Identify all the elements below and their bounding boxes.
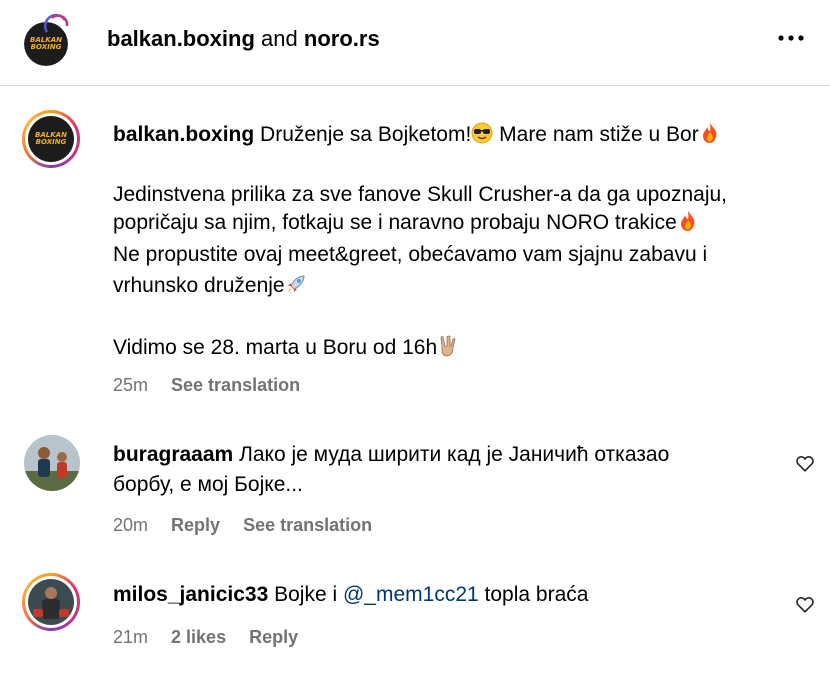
header-user2[interactable]: noro.rs: [304, 26, 380, 51]
caption-username[interactable]: balkan.boxing: [113, 123, 254, 146]
header-title: balkan.boxing and noro.rs: [107, 26, 380, 51]
header-user1[interactable]: balkan.boxing: [107, 26, 255, 51]
see-translation-button[interactable]: See translation: [243, 515, 372, 535]
post-header: BALKAN BOXING balkan.boxing and noro.rs: [0, 0, 830, 86]
comment-2-username[interactable]: milos_janicic33: [113, 583, 268, 606]
caption-line-4: Ne propustite ovaj meet&greet, obećavamo…: [113, 243, 708, 266]
reply-button[interactable]: Reply: [249, 627, 298, 647]
comment-1-time: 20m: [113, 515, 149, 535]
likes-count-button[interactable]: 2 likes: [171, 627, 226, 647]
like-heart-icon[interactable]: [794, 452, 816, 474]
caption-line-2: Jedinstvena prilika za sve fanove Skull …: [113, 183, 728, 206]
comment-1-meta: 20m Reply See translation: [113, 515, 390, 536]
like-heart-icon[interactable]: [794, 593, 816, 615]
victory-hand-emoji-icon: [440, 335, 456, 357]
more-horizontal-icon[interactable]: [776, 28, 806, 48]
comment-avatar-milos-janicic33[interactable]: [22, 573, 80, 631]
caption-time: 25m: [113, 375, 149, 395]
fire-emoji-icon: [680, 211, 695, 231]
user-photo-icon: [28, 579, 74, 625]
comment-1-line-2: борбу, е мој Бојке...: [113, 473, 303, 496]
rocket-emoji-icon: [287, 275, 305, 292]
reply-button[interactable]: Reply: [171, 515, 220, 535]
caption-line-5: vrhunsko druženje: [113, 271, 307, 301]
comment-2-line-1: milos_janicic33 Bojke i @_mem1cc21 topla…: [113, 583, 589, 606]
sunglasses-emoji-icon: [471, 122, 493, 144]
comment-2-meta: 21m 2 likes Reply: [113, 627, 316, 648]
caption-line-1: balkan.boxing Druženje sa Bojketom! Mare…: [113, 120, 721, 150]
fire-emoji-icon: [702, 123, 717, 143]
balkan-boxing-logo: BALKAN BOXING: [28, 116, 74, 162]
collab-badge-icon: [43, 13, 69, 33]
post-avatar[interactable]: BALKAN BOXING: [22, 110, 80, 168]
comment-2-time: 21m: [113, 627, 149, 647]
comment-1-line-1: buragraaam Лако је муда ширити кад је Ја…: [113, 443, 670, 466]
comment-1-username[interactable]: buragraaam: [113, 443, 233, 466]
caption-line-3: popričaju sa njim, fotkaju se i naravno …: [113, 208, 699, 238]
see-translation-button[interactable]: See translation: [171, 375, 300, 395]
user-photo-icon: [24, 435, 80, 491]
mention-link[interactable]: @_mem1cc21: [343, 583, 479, 606]
comment-avatar-buragraaam[interactable]: [24, 435, 80, 491]
caption-line-6: Vidimo se 28. marta u Boru od 16h: [113, 333, 459, 363]
caption-meta: 25m See translation: [113, 375, 318, 396]
